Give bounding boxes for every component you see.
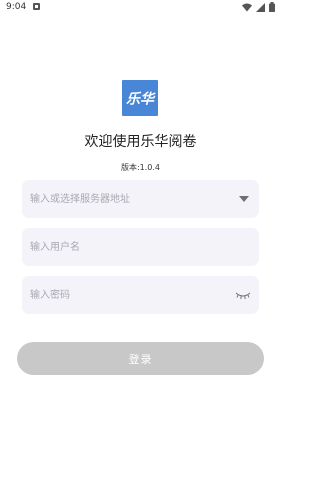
version-label: 版本:1.0.4	[120, 163, 161, 172]
eye-closed-icon[interactable]	[235, 290, 251, 300]
server-address-field[interactable]	[22, 180, 259, 218]
status-icons	[242, 2, 275, 12]
password-field[interactable]	[22, 276, 259, 314]
wifi-icon	[242, 3, 252, 11]
login-button[interactable]: 登录	[17, 342, 264, 375]
app-logo: 乐华	[122, 80, 158, 116]
logo-text: 乐华	[126, 91, 156, 108]
notification-icon	[33, 3, 40, 10]
logo-mark: 乐华	[126, 91, 156, 108]
signal-icon	[256, 2, 265, 12]
battery-icon	[269, 2, 275, 12]
username-field[interactable]	[22, 228, 259, 266]
status-bar: 9:04	[0, 0, 281, 14]
status-time: 9:04	[6, 2, 27, 12]
dropdown-arrow-icon[interactable]	[239, 196, 249, 202]
username-input[interactable]	[22, 228, 259, 266]
password-input[interactable]	[22, 276, 259, 314]
welcome-title: 欢迎使用乐华阅卷	[84, 134, 197, 150]
server-address-input[interactable]	[22, 180, 259, 218]
